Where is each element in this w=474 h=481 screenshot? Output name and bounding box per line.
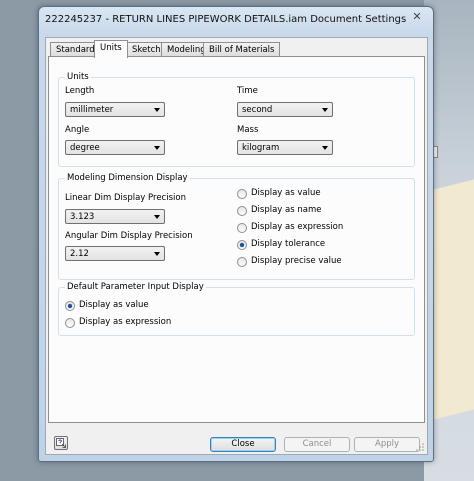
- time-label: Time: [237, 86, 258, 96]
- length-value: millimeter: [70, 105, 114, 115]
- modeling-display-group-title: Modeling Dimension Display: [65, 173, 190, 183]
- close-button[interactable]: Close: [210, 437, 276, 452]
- radio-button-icon[interactable]: [237, 206, 247, 216]
- length-label: Length: [65, 86, 95, 96]
- tab-units[interactable]: Units: [94, 40, 128, 58]
- chevron-down-icon: [154, 252, 160, 256]
- window-title: 222245237 - RETURN LINES PIPEWORK DETAIL…: [45, 14, 407, 25]
- resize-grip-icon[interactable]: [415, 442, 425, 452]
- mass-label: Mass: [237, 125, 259, 135]
- parameter-input-display-group: Default Parameter Input Display Display …: [58, 282, 415, 336]
- radio-button-icon[interactable]: [65, 318, 75, 328]
- angular-precision-dropdown[interactable]: 2.12: [65, 246, 165, 261]
- dialog-content: Standard Units Sketch Modeling Bill of M…: [45, 37, 428, 455]
- chevron-down-icon: [154, 215, 160, 219]
- parameter-input-group-title: Default Parameter Input Display: [65, 282, 206, 292]
- help-button[interactable]: [54, 436, 68, 450]
- time-dropdown[interactable]: second: [237, 102, 333, 117]
- chevron-down-icon: [154, 108, 160, 112]
- angle-value: degree: [70, 143, 100, 153]
- angle-dropdown[interactable]: degree: [65, 140, 165, 155]
- background-model-plane: [432, 179, 474, 420]
- modeling-dimension-display-group: Modeling Dimension Display Linear Dim Di…: [58, 173, 415, 280]
- length-dropdown[interactable]: millimeter: [65, 102, 165, 117]
- linear-precision-label: Linear Dim Display Precision: [65, 193, 186, 203]
- chevron-down-icon: [322, 108, 328, 112]
- chevron-down-icon: [154, 146, 160, 150]
- title-bar[interactable]: 222245237 - RETURN LINES PIPEWORK DETAIL…: [39, 7, 433, 35]
- units-group-title: Units: [65, 72, 91, 82]
- radio-button-icon[interactable]: [237, 189, 247, 199]
- tab-bill-of-materials[interactable]: Bill of Materials: [203, 42, 281, 57]
- radio-button-selected-icon[interactable]: [237, 240, 247, 250]
- chevron-down-icon: [322, 146, 328, 150]
- radio-button-icon[interactable]: [237, 257, 247, 267]
- units-group: Units Length millimeter Time second Angl…: [58, 72, 415, 167]
- cancel-button[interactable]: Cancel: [284, 437, 350, 452]
- angular-precision-label: Angular Dim Display Precision: [65, 231, 193, 241]
- angle-label: Angle: [65, 125, 90, 135]
- units-tab-page: Units Length millimeter Time second Angl…: [48, 56, 425, 423]
- angular-precision-value: 2.12: [70, 249, 89, 259]
- document-settings-dialog: 222245237 - RETURN LINES PIPEWORK DETAIL…: [38, 6, 434, 462]
- linear-precision-dropdown[interactable]: 3.123: [65, 209, 165, 224]
- help-icon: [56, 438, 66, 448]
- radio-button-icon[interactable]: [237, 223, 247, 233]
- radio-button-selected-icon[interactable]: [65, 301, 75, 311]
- mass-value: kilogram: [242, 143, 280, 153]
- apply-button[interactable]: Apply: [354, 437, 420, 452]
- mass-dropdown[interactable]: kilogram: [237, 140, 333, 155]
- linear-precision-value: 3.123: [70, 212, 95, 222]
- time-value: second: [242, 105, 273, 115]
- close-icon[interactable]: ✕: [409, 10, 425, 24]
